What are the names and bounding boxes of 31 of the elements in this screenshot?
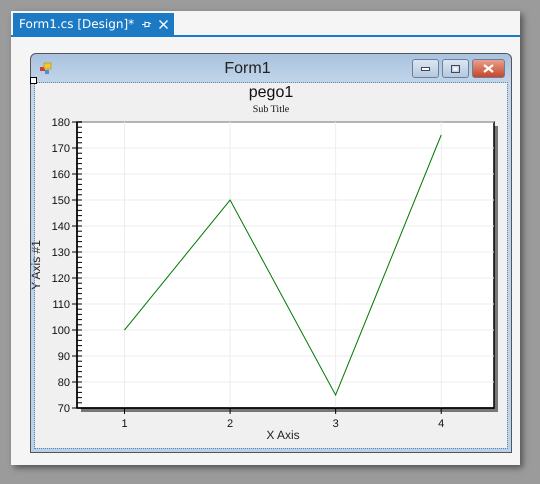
- y-tick-label: 180: [52, 117, 70, 129]
- form-icon: [40, 62, 53, 75]
- maximize-button[interactable]: [442, 59, 469, 78]
- resize-handle[interactable]: [30, 77, 37, 84]
- y-tick-label: 140: [52, 221, 70, 233]
- y-tick-label: 160: [52, 169, 70, 181]
- y-tick-label: 70: [58, 403, 70, 415]
- close-icon: [483, 64, 494, 73]
- chart-subtitle: Sub Title: [252, 104, 290, 115]
- chart-title: pego1: [248, 84, 294, 102]
- y-tick-label: 80: [58, 377, 70, 389]
- document-tab[interactable]: Form1.cs [Design]*: [13, 13, 174, 35]
- maximize-icon: [451, 64, 460, 72]
- y-tick-label: 100: [52, 325, 70, 337]
- x-tick-label: 3: [332, 418, 339, 430]
- pin-icon[interactable]: [142, 20, 152, 28]
- x-tick-label: 1: [121, 418, 128, 430]
- x-tick-label: 2: [227, 418, 234, 430]
- y-tick-label: 120: [52, 273, 70, 285]
- y-tick-label: 170: [52, 143, 70, 155]
- minimize-icon: [421, 66, 430, 70]
- minimize-button[interactable]: [412, 59, 439, 78]
- x-tick-label: 4: [438, 418, 444, 430]
- y-tick-label: 150: [52, 195, 70, 207]
- y-tick-label: 130: [52, 247, 70, 259]
- close-button[interactable]: [472, 59, 505, 78]
- y-tick-label: 110: [52, 299, 70, 311]
- window-title: Form1: [223, 60, 272, 78]
- x-axis-title: X Axis: [266, 428, 300, 442]
- y-tick-label: 90: [58, 351, 70, 363]
- close-icon[interactable]: [159, 20, 168, 28]
